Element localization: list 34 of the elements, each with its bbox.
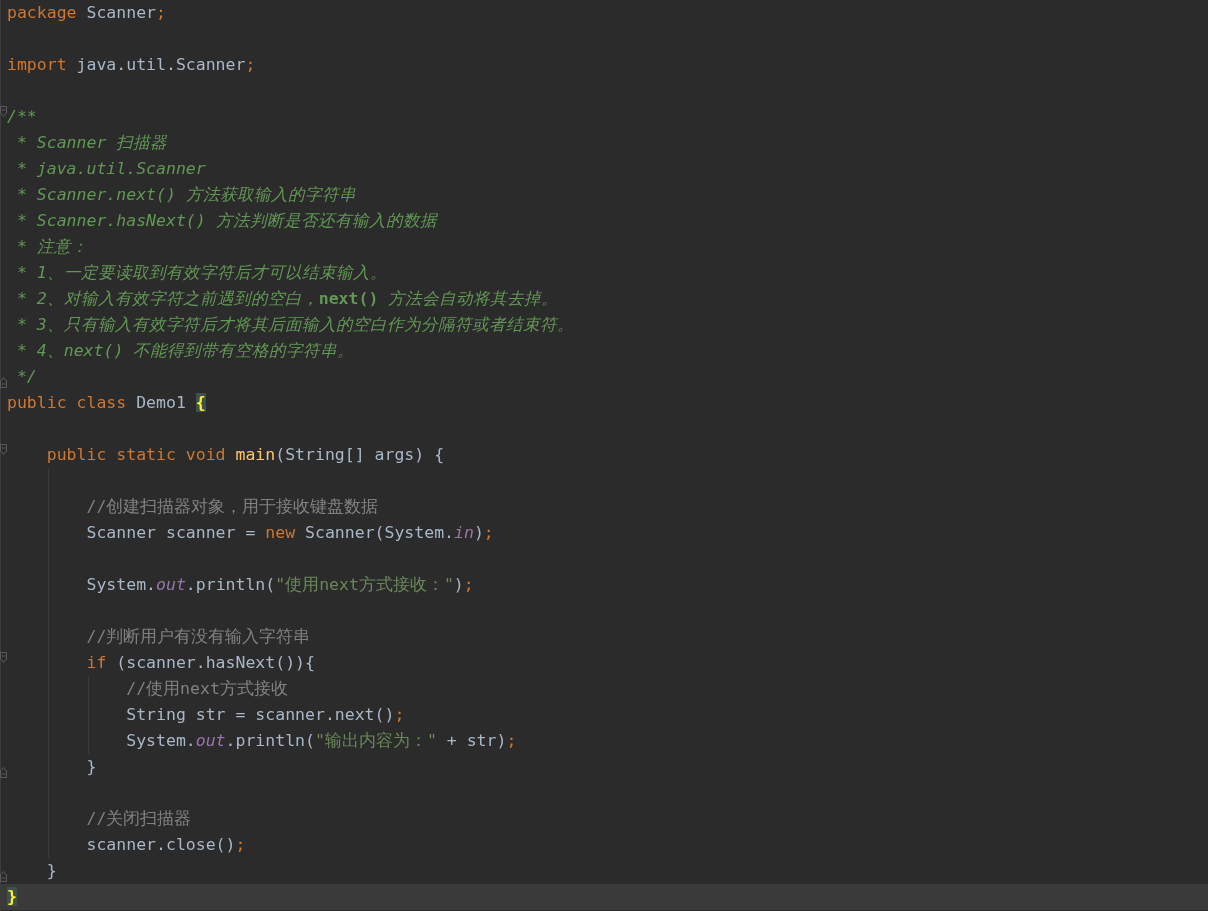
code-line: //判断用户有没有输入字符串 <box>85 626 311 648</box>
code-line: * 注意： <box>15 236 88 258</box>
code-line: public class Demo1 { <box>7 392 206 414</box>
code-line: * 2、对输入有效字符之前遇到的空白，next() 方法会自动将其去掉。 <box>15 288 559 310</box>
code-line: Scanner scanner = new Scanner(System.in); <box>85 522 494 544</box>
code-line: //关闭扫描器 <box>85 808 192 830</box>
code-line: if (scanner.hasNext()){ <box>85 652 315 674</box>
code-line: * 4、next() 不能得到带有空格的字符串。 <box>15 340 355 362</box>
code-line: //使用next方式接收 <box>125 678 288 700</box>
code-line: } <box>45 860 57 882</box>
code-line: * 3、只有输入有效字符后才将其后面输入的空白作为分隔符或者结束符。 <box>15 314 574 336</box>
code-line: System.out.println("输出内容为：" + str); <box>125 730 517 752</box>
code-line: * 1、一定要读取到有效字符后才可以结束输入。 <box>15 262 387 284</box>
code-line: /** <box>7 106 37 128</box>
code-line: scanner.close(); <box>85 834 246 856</box>
code-line: //创建扫描器对象，用于接收键盘数据 <box>85 496 379 518</box>
code-line: * Scanner 扫描器 <box>15 132 168 154</box>
fold-icon[interactable] <box>0 106 7 117</box>
fold-icon[interactable] <box>0 767 7 778</box>
code-editor[interactable] <box>0 0 1208 911</box>
code-line: */ <box>15 366 37 388</box>
fold-icon[interactable] <box>0 444 7 455</box>
code-line: * java.util.Scanner <box>15 158 206 180</box>
code-line: System.out.println("使用next方式接收："); <box>85 574 474 596</box>
code-line: public static void main(String[] args) { <box>45 444 445 466</box>
fold-icon[interactable] <box>0 871 7 882</box>
code-line: * Scanner.next() 方法获取输入的字符串 <box>15 184 356 206</box>
code-line: * Scanner.hasNext() 方法判断是否还有输入的数据 <box>15 210 437 232</box>
code-line: import java.util.Scanner; <box>7 54 256 76</box>
code-line: } <box>85 756 97 778</box>
code-line: package Scanner; <box>7 2 166 24</box>
code-line: String str = scanner.next(); <box>125 704 405 726</box>
fold-icon[interactable] <box>0 652 7 663</box>
fold-icon[interactable] <box>0 377 7 388</box>
